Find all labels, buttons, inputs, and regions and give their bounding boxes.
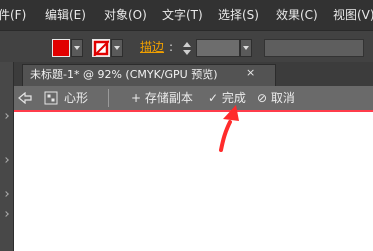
tool-marker-icon [3,211,9,217]
menu-edit[interactable]: 编辑(E) [45,8,86,22]
menu-file[interactable]: 件(F) [0,8,26,22]
annotation-arrow-icon [219,105,239,152]
artboard-canvas[interactable] [14,112,373,251]
stroke-dropdown-button[interactable] [111,39,123,57]
control-bar: 描边 : [0,30,373,62]
stroke-weight-stepper[interactable] [180,40,194,57]
stroke-slash-icon [93,40,109,56]
menu-view[interactable]: 视图(V) [333,8,373,22]
illustrator-window: 件(F) 编辑(E) 对象(O) 文字(T) 选择(S) 效果(C) 视图(V)… [0,0,373,251]
tool-marker-icon [3,157,9,163]
variable-width-profile-field[interactable] [264,39,364,57]
stroke-label[interactable]: 描边 [140,40,164,54]
stroke-label-colon: : [169,40,174,54]
isolation-mode-bar: 心形 + 存储副本 ✓ 完成 ⊘ 取消 [14,86,373,110]
layer-group-icon [44,91,58,105]
fill-dropdown-button[interactable] [71,39,83,57]
close-tab-icon[interactable]: × [246,67,255,79]
stroke-swatch[interactable] [92,39,110,57]
menu-effect[interactable]: 效果(C) [276,8,318,22]
tool-marker-icon [3,113,9,119]
fill-swatch[interactable] [52,39,70,57]
menu-object[interactable]: 对象(O) [104,8,147,22]
document-tab[interactable]: 未标题-1* @ 92% (CMYK/GPU 预览) [22,64,276,86]
stroke-weight-dropdown-button[interactable] [240,39,252,57]
tools-panel-edge [0,62,14,251]
tool-marker-icon [3,191,9,197]
stroke-weight-field[interactable] [196,39,240,57]
document-tab-title: 未标题-1* @ 92% (CMYK/GPU 预览) [30,68,218,81]
document-tab-row: 未标题-1* @ 92% (CMYK/GPU 预览) [14,62,373,86]
cancel-button[interactable]: ⊘ 取消 [257,91,295,105]
menu-bar: 件(F) 编辑(E) 对象(O) 文字(T) 选择(S) 效果(C) 视图(V) [0,0,373,30]
menu-select[interactable]: 选择(S) [218,8,259,22]
menu-type[interactable]: 文字(T) [162,8,203,22]
isolated-object-name: 心形 [64,91,89,105]
stepper-up-icon[interactable] [183,42,191,47]
save-copy-button[interactable]: + 存储副本 [131,91,193,105]
back-arrow-icon[interactable] [18,92,32,104]
stepper-down-icon[interactable] [183,50,191,55]
isolation-bar-divider [108,89,109,107]
